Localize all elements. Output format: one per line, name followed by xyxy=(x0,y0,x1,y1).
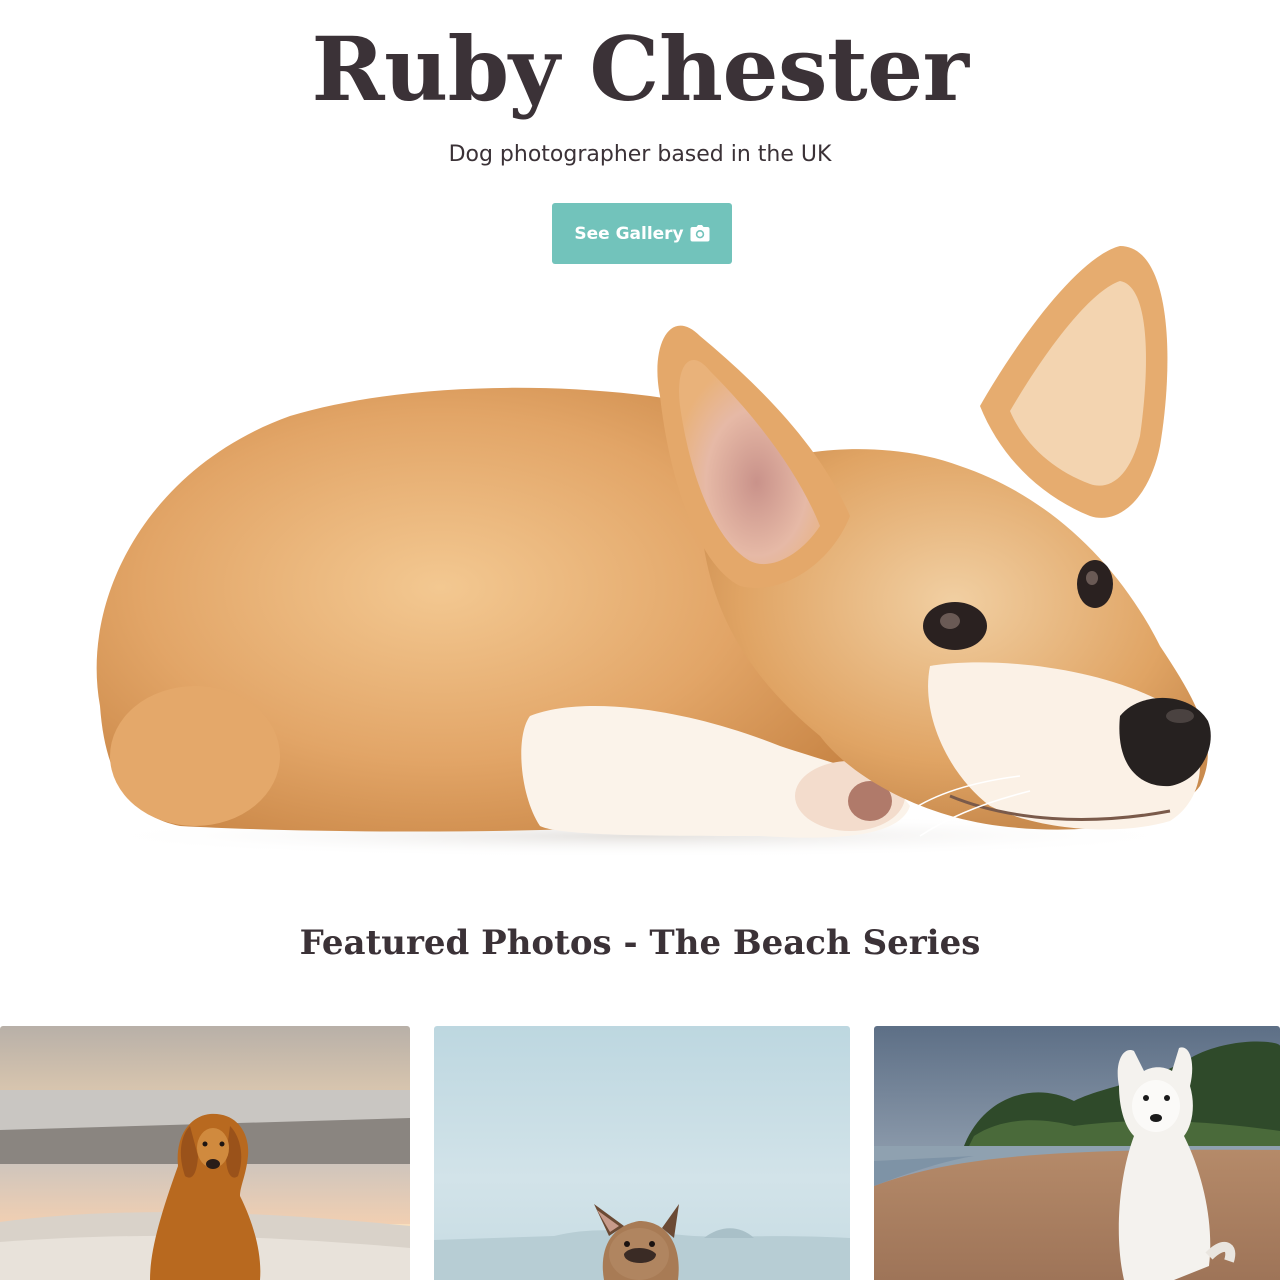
site-title: Ruby Chester xyxy=(311,17,969,121)
featured-photo-white-shepherd[interactable] xyxy=(874,1026,1280,1280)
featured-photo-golden-retriever[interactable] xyxy=(0,1026,410,1280)
french-bulldog-photo xyxy=(434,1026,850,1280)
white-shepherd-photo xyxy=(874,1026,1280,1280)
golden-retriever-photo xyxy=(0,1026,410,1280)
featured-photo-french-bulldog[interactable] xyxy=(434,1026,850,1280)
site-tagline: Dog photographer based in the UK xyxy=(448,142,832,167)
featured-photos-heading: Featured Photos - The Beach Series xyxy=(299,923,981,963)
hero-corgi-image xyxy=(80,246,1211,858)
